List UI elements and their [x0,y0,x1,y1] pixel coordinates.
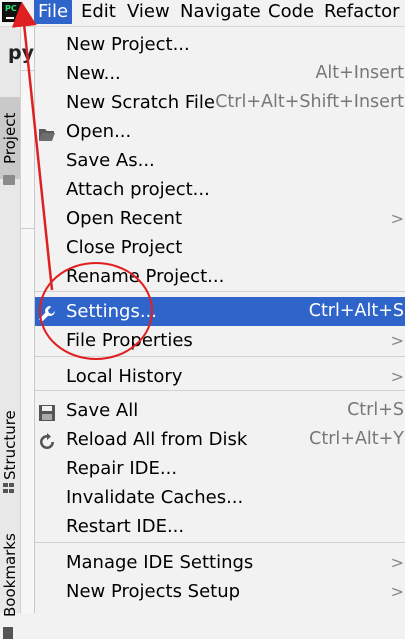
file-menu-item[interactable]: Restart IDE... [35,512,405,541]
menu-item-label: Attach project... [66,179,210,200]
menu-item-label: Repair IDE... [66,458,178,479]
menu-item-label: Save All [66,400,139,421]
menu-separator [35,542,405,543]
bookmark-icon [3,627,13,639]
menu-code[interactable]: Code [264,0,318,24]
menu-item-shortcut: Ctrl+Alt+S [308,301,404,321]
tool-tab-project[interactable]: Project [0,97,20,179]
project-title: py [8,42,34,64]
folder-icon [3,175,15,185]
file-menu-item[interactable]: Rename Project... [35,262,405,291]
chevron-right-icon: > [390,553,404,572]
menu-item-label: Open Recent [66,208,183,229]
menu-separator [35,356,405,357]
menu-item-label: New Scratch File [66,92,215,113]
menu-item-label: Reload All from Disk [66,429,248,450]
menu-item-shortcut: Alt+Insert [315,63,404,83]
menu-file[interactable]: File [34,0,73,24]
menu-bar: PC File Edit View Navigate Code Refactor [0,0,405,27]
menu-item-label: Settings... [66,301,157,322]
save-icon [38,402,56,421]
file-menu-item[interactable]: Open... [35,117,405,146]
file-menu-item[interactable]: Invalidate Caches... [35,483,405,512]
file-menu-item[interactable]: New... Alt+Insert [35,59,405,88]
file-menu-item[interactable]: Attach project... [35,175,405,204]
file-menu-item[interactable]: Reload All from Disk Ctrl+Alt+Y [35,425,405,454]
editor-background [21,27,34,613]
menu-navigate[interactable]: Navigate [176,0,265,24]
menu-item-shortcut: Ctrl+S [347,400,404,420]
file-menu-popup: New Project... New... Alt+Insert New Scratc… [34,27,405,613]
wrench-icon [38,303,56,322]
menu-item-label: New Projects Setup [66,581,241,602]
file-menu-item[interactable]: Save As... [35,146,405,175]
file-menu-item[interactable]: Repair IDE... [35,454,405,483]
chevron-right-icon: > [390,582,404,601]
menu-edit[interactable]: Edit [77,0,120,24]
file-menu-item[interactable]: Local History > [35,362,405,391]
menu-item-shortcut: Ctrl+Alt+Y [309,429,404,449]
file-menu-item[interactable]: File Properties > [35,326,405,355]
menu-item-label: Local History [66,366,183,387]
file-menu-item[interactable]: New Scratch File Ctrl+Alt+Shift+Insert [35,88,405,117]
chevron-right-icon: > [390,367,404,386]
file-menu-item[interactable]: Manage IDE Settings > [35,548,405,577]
menu-item-label: Rename Project... [66,266,225,287]
menu-separator [35,390,405,391]
menu-view[interactable]: View [123,0,174,24]
menu-item-label: Close Project [66,237,183,258]
menu-item-label: New Project... [66,34,190,55]
menu-item-shortcut: Ctrl+Alt+Shift+Insert [215,92,404,112]
file-menu-item[interactable]: Settings... Ctrl+Alt+S [35,297,405,326]
chevron-right-icon: > [390,209,404,228]
menu-item-label: Save As... [66,150,155,171]
divider [21,70,34,71]
structure-icon [3,483,15,493]
file-menu-item[interactable]: New Projects Setup > [35,577,405,606]
menu-separator [35,291,405,292]
file-menu-item[interactable]: Save All Ctrl+S [35,396,405,425]
menu-item-label: Open... [66,121,132,142]
folder-open-icon [38,123,56,141]
menu-item-label: File Properties [66,330,193,351]
file-menu-item[interactable]: New Project... [35,30,405,59]
menu-item-label: Manage IDE Settings [66,552,254,573]
file-menu-item[interactable]: Open Recent > [35,204,405,233]
pycharm-logo-icon[interactable]: PC [2,2,22,22]
menu-refactor[interactable]: Refactor [320,0,404,24]
menu-item-label: New... [66,63,121,84]
tool-window-strip: Project Structure Bookmarks [0,27,21,639]
menu-item-label: Restart IDE... [66,516,185,537]
reload-icon [38,431,56,449]
file-menu-item[interactable]: Close Project [35,233,405,262]
menu-item-label: Invalidate Caches... [66,487,244,508]
divider [21,228,34,229]
tool-tab-structure[interactable]: Structure [0,399,20,491]
chevron-right-icon: > [390,331,404,350]
